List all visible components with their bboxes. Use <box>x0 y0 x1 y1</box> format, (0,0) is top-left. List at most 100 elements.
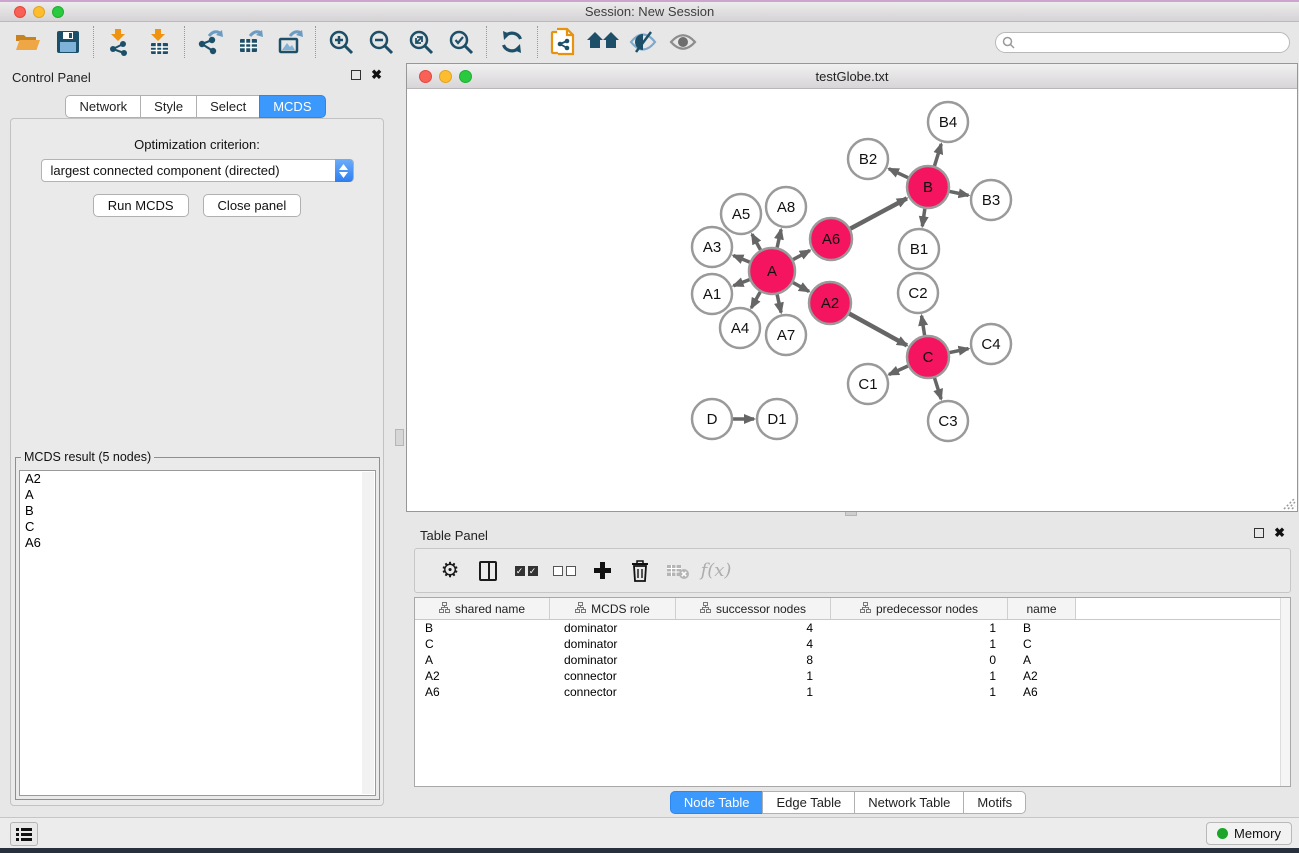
tab-mcds[interactable]: MCDS <box>259 95 325 118</box>
table-row[interactable]: Cdominator41C <box>415 636 1290 652</box>
graph-node-B4[interactable]: B4 <box>928 102 968 142</box>
network-close-button[interactable] <box>419 70 432 83</box>
mcds-result-list[interactable]: A2ABCA6 <box>19 470 376 796</box>
column-header-successor-nodes[interactable]: successor nodes <box>676 598 831 619</box>
graph-node-B2[interactable]: B2 <box>848 139 888 179</box>
graph-edge-A-A4[interactable] <box>751 292 760 308</box>
mcds-result-item[interactable]: A2 <box>20 471 375 487</box>
function-builder-icon[interactable]: f(x) <box>697 552 735 590</box>
graph-edge-A-A8[interactable] <box>777 229 781 247</box>
column-header-predecessor-nodes[interactable]: predecessor nodes <box>831 598 1008 619</box>
column-header-shared-name[interactable]: shared name <box>415 598 550 619</box>
delete-table-icon[interactable] <box>659 552 697 590</box>
export-image-icon[interactable] <box>270 24 310 60</box>
graph-node-A4[interactable]: A4 <box>720 308 760 348</box>
tab-motifs[interactable]: Motifs <box>963 791 1026 814</box>
tab-style[interactable]: Style <box>140 95 197 118</box>
graph-edge-A-A5[interactable] <box>752 234 761 250</box>
graph-edge-A-A7[interactable] <box>777 294 781 312</box>
float-panel-icon[interactable] <box>351 70 361 80</box>
close-panel-button[interactable]: Close panel <box>203 194 302 217</box>
graph-edge-B-B2[interactable] <box>889 169 908 178</box>
table-row[interactable]: A6connector11A6 <box>415 684 1290 700</box>
graph-edge-C-C2[interactable] <box>922 316 925 336</box>
tab-network[interactable]: Network <box>65 95 141 118</box>
table-scrollbar[interactable] <box>1280 598 1290 786</box>
graph-node-A8[interactable]: A8 <box>766 187 806 227</box>
network-minimize-button[interactable] <box>439 70 452 83</box>
mcds-result-item[interactable]: B <box>20 503 375 519</box>
zoom-selected-icon[interactable] <box>441 24 481 60</box>
network-canvas[interactable]: B4 B2 B B3 A8A5 A6 A3 B1 A C2 A1 A2 A4A7 C4 C C1 C3 D D1 <box>407 90 1297 511</box>
graph-edge-B-B4[interactable] <box>934 144 941 166</box>
graph-node-D[interactable]: D <box>692 399 732 439</box>
tab-edge-table[interactable]: Edge Table <box>762 791 855 814</box>
import-table-icon[interactable] <box>139 24 179 60</box>
horizontal-splitter-handle[interactable] <box>395 429 404 446</box>
graph-node-A7[interactable]: A7 <box>766 315 806 355</box>
optimization-criterion-select[interactable]: largest connected component (directed) <box>41 159 354 182</box>
search-input[interactable] <box>995 32 1290 53</box>
graph-node-A1[interactable]: A1 <box>692 274 732 314</box>
zoom-in-icon[interactable] <box>321 24 361 60</box>
close-window-button[interactable] <box>14 6 26 18</box>
tab-node-table[interactable]: Node Table <box>670 791 764 814</box>
graph-node-A6[interactable]: A6 <box>810 218 852 260</box>
graph-edge-B-B1[interactable] <box>922 209 925 226</box>
graph-node-A3[interactable]: A3 <box>692 227 732 267</box>
graph-node-B1[interactable]: B1 <box>899 229 939 269</box>
graph-edge-C-C1[interactable] <box>889 366 908 375</box>
graph-node-A2[interactable]: A2 <box>809 282 851 324</box>
graph-node-C2[interactable]: C2 <box>898 273 938 313</box>
table-settings-gear-icon[interactable]: ⚙ <box>431 552 469 590</box>
graph-node-A[interactable]: A <box>749 248 795 294</box>
graph-edge-A-A2[interactable] <box>793 283 809 292</box>
delete-column-icon[interactable] <box>621 552 659 590</box>
graph-node-D1[interactable]: D1 <box>757 399 797 439</box>
table-row[interactable]: Bdominator41B <box>415 620 1290 636</box>
mcds-result-item[interactable]: C <box>20 519 375 535</box>
graph-node-B[interactable]: B <box>907 166 949 208</box>
mcds-result-item[interactable]: A <box>20 487 375 503</box>
close-table-panel-icon[interactable]: ✖ <box>1274 528 1285 538</box>
show-eye-icon[interactable] <box>663 24 703 60</box>
graph-edge-C-C3[interactable] <box>935 378 942 399</box>
column-header-MCDS-role[interactable]: MCDS role <box>550 598 676 619</box>
graph-edge-A-A6[interactable] <box>793 250 810 259</box>
task-history-button[interactable] <box>10 822 38 846</box>
run-mcds-button[interactable]: Run MCDS <box>93 194 189 217</box>
graph-node-C3[interactable]: C3 <box>928 401 968 441</box>
graph-edge-A-A3[interactable] <box>733 256 749 263</box>
graph-node-B3[interactable]: B3 <box>971 180 1011 220</box>
show-columns-icon[interactable] <box>469 552 507 590</box>
table-row[interactable]: A2connector11A2 <box>415 668 1290 684</box>
graph-node-C4[interactable]: C4 <box>971 324 1011 364</box>
import-network-icon[interactable] <box>99 24 139 60</box>
add-column-icon[interactable] <box>583 552 621 590</box>
table-row[interactable]: Adominator80A <box>415 652 1290 668</box>
graph-edge-A6-B[interactable] <box>850 198 906 228</box>
graph-edge-C-C4[interactable] <box>950 349 969 353</box>
zoom-out-icon[interactable] <box>361 24 401 60</box>
graph-node-A5[interactable]: A5 <box>721 194 761 234</box>
graph-node-C1[interactable]: C1 <box>848 364 888 404</box>
tab-select[interactable]: Select <box>196 95 260 118</box>
select-all-columns-icon[interactable]: ✓✓ <box>507 552 545 590</box>
graph-node-C[interactable]: C <box>907 336 949 378</box>
graph-edge-B-B3[interactable] <box>950 191 969 195</box>
zoom-fit-icon[interactable] <box>401 24 441 60</box>
close-panel-icon[interactable]: ✖ <box>371 70 382 80</box>
window-resize-grip[interactable] <box>1280 494 1296 510</box>
network-zoom-button[interactable] <box>459 70 472 83</box>
minimize-window-button[interactable] <box>33 6 45 18</box>
mcds-result-item[interactable]: A6 <box>20 535 375 551</box>
zoom-window-button[interactable] <box>52 6 64 18</box>
graph-edge-A-A1[interactable] <box>733 280 749 286</box>
save-session-icon[interactable] <box>48 24 88 60</box>
copy-network-icon[interactable] <box>543 24 583 60</box>
refresh-icon[interactable] <box>492 24 532 60</box>
open-session-icon[interactable] <box>8 24 48 60</box>
graph-edge-A2-C[interactable] <box>849 314 907 346</box>
memory-button[interactable]: Memory <box>1206 822 1292 845</box>
hide-selected-eye-icon[interactable] <box>623 24 663 60</box>
